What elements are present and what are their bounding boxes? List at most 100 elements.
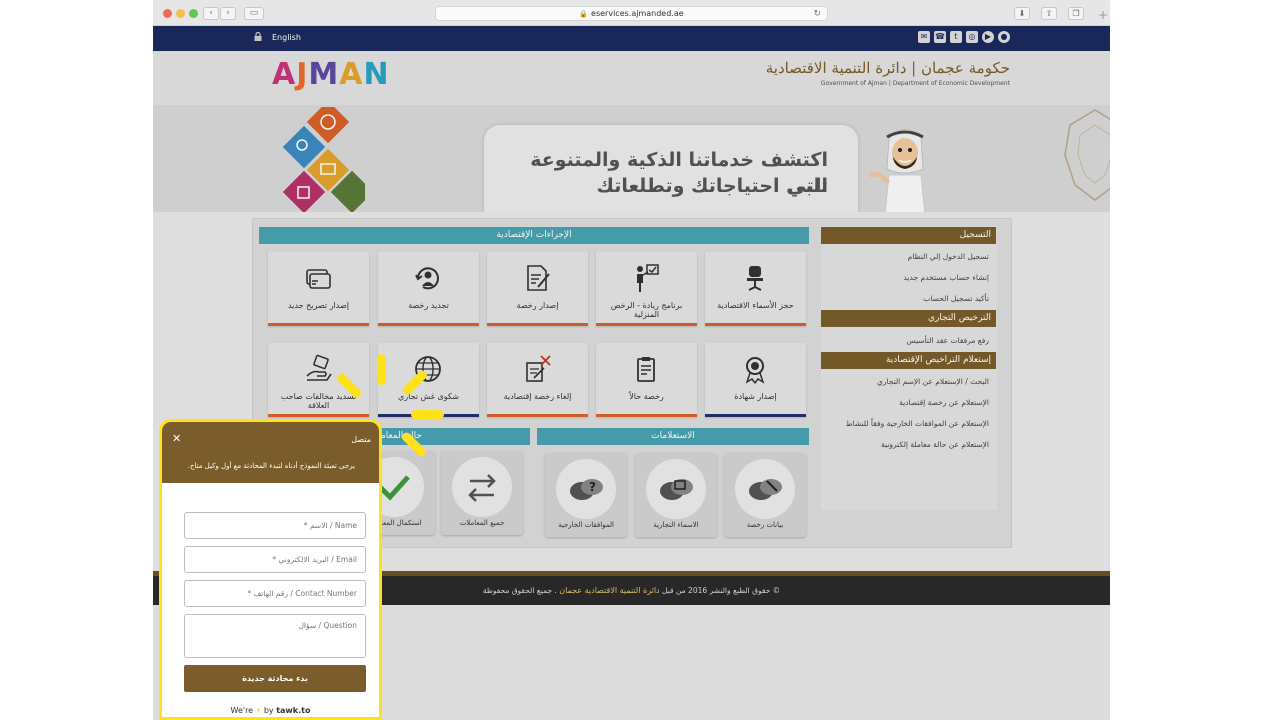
decorative-ornament — [1064, 109, 1110, 201]
tawk-credit[interactable]: We're ⚡ by tawk.to — [162, 705, 379, 717]
forward-button[interactable]: › — [220, 7, 236, 20]
service-label: رخصة حالاً — [629, 392, 664, 401]
government-logo[interactable]: حكومة عجمان | دائرة التنمية الاقتصادية G… — [766, 57, 1010, 88]
chat-status: متصل — [351, 435, 371, 444]
screen: ‹ › ▭ 🔒 eservices.ajmanded.ae ↻ ⬇ ⇧ ❐ + E… — [0, 0, 1280, 720]
sidebar-link-login[interactable]: تسجيل الدخول إلي النظام — [908, 252, 989, 262]
card-circle — [735, 459, 795, 519]
ajman-logo[interactable]: A J M A N — [272, 59, 389, 91]
trade-names-card[interactable]: الاسماء التجارية — [635, 453, 717, 537]
sidebar-link-inquire-approvals[interactable]: الإستعلام عن الموافقات الخارجية وفقاً لل… — [846, 419, 989, 429]
sidebar-link-search-trade-name[interactable]: البحث / الإستعلام عن الإسم التجاري — [877, 377, 989, 387]
service-card-cancel-license[interactable]: إلغاء رخصة إقتصادية — [487, 343, 588, 417]
logo-letter: A — [272, 57, 296, 92]
logo-letter: M — [308, 57, 339, 92]
service-label: إصدار رخصة — [516, 301, 559, 310]
cancel-document-icon — [526, 355, 551, 382]
logo-letter: A — [339, 57, 363, 92]
tabs-overview-icon[interactable]: ❐ — [1068, 7, 1084, 20]
card-stripe — [596, 323, 697, 326]
reload-icon[interactable]: ↻ — [813, 8, 821, 21]
chat-welcome-message: يرجى تعبئة النموذج أدناه لتبدء المحادثة … — [187, 462, 355, 470]
sidebar-link-confirm-account[interactable]: تأكيد تسجيل الحساب — [923, 294, 989, 304]
logo-letter: J — [296, 57, 308, 92]
renew-person-icon — [415, 267, 439, 290]
chat-phone-input[interactable]: * رقم الهاتف / Contact Number — [184, 580, 366, 607]
pay-hand-icon — [306, 354, 332, 381]
service-card-instant-license[interactable]: رخصة حالاً — [596, 343, 697, 417]
card-stripe — [268, 323, 369, 326]
sidebar-link-inquire-license[interactable]: الإستعلام عن رخصة إقتصادية — [899, 398, 989, 408]
all-transactions-card[interactable]: جميع المعاملات — [441, 451, 523, 535]
footer-rights: . جميع الحقوق محفوظة — [482, 586, 557, 595]
card-circle: ? — [556, 459, 616, 519]
service-card-entrepreneurship[interactable]: برنامج ريادة - الرخص المنزلية — [596, 252, 697, 326]
card-stripe — [705, 414, 806, 417]
service-label: إصدار شهادة — [734, 392, 777, 401]
document-sign-icon — [527, 265, 550, 291]
service-card-issue-license[interactable]: إصدار رخصة — [487, 252, 588, 326]
hero-banner: اكتشف خدماتنا الذكية والمتنوعة التي تلبي… — [153, 105, 1110, 212]
card-stripe — [268, 414, 369, 417]
service-card-fraud-complaint[interactable]: شكوى غش تجاري — [378, 343, 479, 417]
twitter-icon[interactable]: t — [950, 31, 962, 43]
site-header: A J M A N حكومة عجمان | دائرة التنمية ال… — [153, 51, 1110, 105]
url-text: eservices.ajmanded.ae — [591, 9, 684, 18]
share-icon[interactable]: ⇧ — [1041, 7, 1057, 20]
start-chat-button[interactable]: بدء محادثة جديدة — [184, 665, 366, 692]
site-topbar: English ✉ ☎ t ◎ ▶ ● — [153, 26, 1110, 51]
phone-icon[interactable]: ☎ — [934, 31, 946, 43]
close-window-button[interactable] — [163, 9, 172, 18]
gov-name-arabic: حكومة عجمان | دائرة التنمية الاقتصادية — [765, 59, 1010, 77]
sidebar-link-inquire-transaction[interactable]: الإستعلام عن حالة معاملة إلكترونية — [881, 440, 989, 450]
download-icon[interactable]: ⬇ — [1014, 7, 1030, 20]
external-approvals-card[interactable]: ? الموافقات الخارجية — [545, 453, 627, 537]
banner-card: اكتشف خدماتنا الذكية والمتنوعة التي تلبي… — [484, 125, 858, 212]
service-card-issue-certificate[interactable]: إصدار شهادة — [705, 343, 806, 417]
footer-department-link[interactable]: دائرة التنمية الاقتصادية عجمان — [559, 586, 659, 595]
close-icon[interactable]: ✕ — [172, 433, 181, 445]
youtube-icon[interactable]: ▶ — [982, 31, 994, 43]
gov-name-english: Government of Ajman | Department of Econ… — [820, 80, 1010, 87]
minimize-window-button[interactable] — [176, 9, 185, 18]
chat-widget: ✕ متصل يرجى تعبئة النموذج أدناه لتبدء ال… — [159, 419, 382, 720]
award-icon — [745, 357, 765, 384]
sidebar-link-create-account[interactable]: إنشاء حساب مستخدم جديد — [904, 273, 990, 283]
instagram-icon[interactable]: ◎ — [966, 31, 978, 43]
language-switch-link[interactable]: English — [272, 32, 301, 44]
logo-letter: N — [363, 57, 389, 92]
card-stripe — [487, 414, 588, 417]
sidebar-link-upload-attachments[interactable]: رفع مرفقات عقد التأسيس — [907, 336, 989, 346]
sidebar-toggle-button[interactable]: ▭ — [244, 7, 264, 20]
chat-name-input[interactable]: * الاسم / Name — [184, 512, 366, 539]
sidebar-section-commercial-licensing: الترخيص التجاري — [821, 310, 996, 327]
app-icon[interactable]: ● — [998, 31, 1010, 43]
new-tab-button[interactable]: + — [1096, 8, 1110, 22]
address-bar[interactable]: 🔒 eservices.ajmanded.ae ↻ — [435, 6, 828, 21]
chat-form: * الاسم / Name * البريد الالكتروني / Ema… — [174, 504, 368, 702]
card-stripe — [705, 323, 806, 326]
chat-email-input[interactable]: * البريد الالكتروني / Email — [184, 546, 366, 573]
card-label: الاسماء التجارية — [653, 521, 699, 529]
inquiries-header: الاستعلامات — [537, 428, 809, 445]
presenter-icon — [637, 264, 659, 292]
license-data-card[interactable]: بيانات رخصة — [724, 453, 806, 537]
lock-icon: 🔒 — [579, 10, 589, 18]
service-label: برنامج ريادة - الرخص المنزلية — [610, 301, 683, 319]
sidebar-section-license-inquiry: إستعلام التراخيص الإقتصادية — [821, 352, 996, 369]
service-card-pay-violations[interactable]: تسديد مخالفات صاحب العلاقة — [268, 343, 369, 417]
service-tiles-graphic — [282, 107, 365, 212]
chat-question-textarea[interactable]: سؤال / Question — [184, 614, 366, 658]
license-chat-icon — [749, 479, 782, 500]
service-card-new-permit[interactable]: إصدار تصريح جديد — [268, 252, 369, 326]
card-stripe — [596, 414, 697, 417]
mail-icon[interactable]: ✉ — [918, 31, 930, 43]
service-card-reserve-names[interactable]: حجز الأسماء الاقتصادية — [705, 252, 806, 326]
service-card-renew-license[interactable]: تجديد رخصة — [378, 252, 479, 326]
service-label: شكوى غش تجاري — [398, 392, 459, 401]
sidebar-section-registration: التسجيل — [821, 227, 996, 244]
credit-text: by — [263, 706, 274, 715]
back-button[interactable]: ‹ — [203, 7, 219, 20]
zoom-window-button[interactable] — [189, 9, 198, 18]
browser-toolbar: ‹ › ▭ 🔒 eservices.ajmanded.ae ↻ ⬇ ⇧ ❐ + — [153, 0, 1110, 26]
